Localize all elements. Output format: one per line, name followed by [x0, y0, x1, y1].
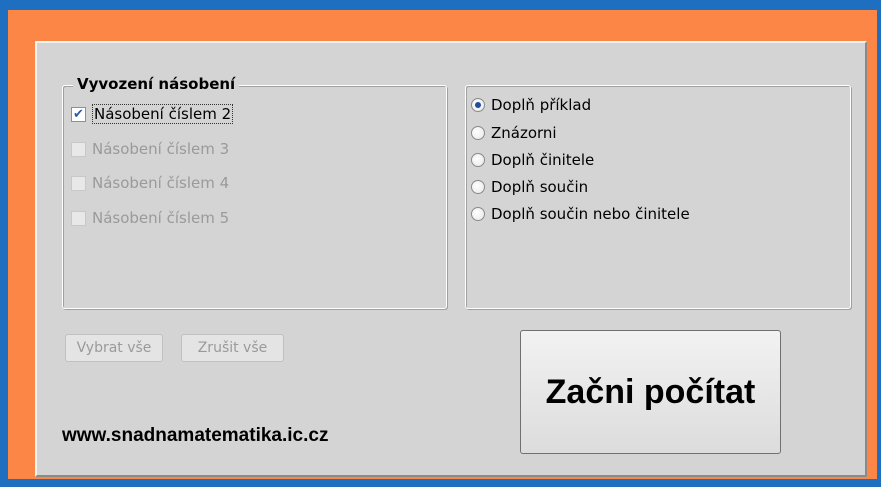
checkbox-label: Násobení číslem 3 — [92, 140, 230, 158]
main-panel: Vyvození násobení ✔ Násobení číslem 2 Ná… — [35, 41, 867, 477]
checkbox-checked-icon[interactable]: ✔ — [71, 106, 86, 122]
checkbox-label: Násobení číslem 4 — [92, 174, 230, 192]
radio-icon[interactable] — [471, 153, 485, 167]
radio-fill-product-or-factors[interactable]: Doplň součin nebo činitele — [471, 203, 690, 225]
radio-icon[interactable] — [471, 126, 485, 140]
radio-fill-factors[interactable]: Doplň činitele — [471, 149, 594, 171]
checkbox-icon[interactable] — [71, 141, 86, 157]
radio-selected-icon[interactable] — [471, 98, 485, 112]
radio-fill-product[interactable]: Doplň součin — [471, 176, 588, 198]
checkbox-times-5[interactable]: Násobení číslem 5 — [71, 207, 229, 229]
checkbox-icon[interactable] — [71, 210, 86, 226]
mode-group: Doplň příklad Znázorni Doplň činitele Do… — [465, 85, 851, 309]
radio-label: Doplň součin — [491, 178, 589, 196]
group-title: Vyvození násobení — [73, 75, 240, 93]
multiplication-group: Vyvození násobení ✔ Násobení číslem 2 Ná… — [62, 75, 447, 309]
clear-all-button[interactable]: Zrušit vše — [181, 334, 284, 362]
checkbox-times-3[interactable]: Násobení číslem 3 — [71, 138, 229, 160]
radio-illustrate[interactable]: Znázorni — [471, 122, 557, 144]
checkbox-times-2[interactable]: ✔ Násobení číslem 2 — [71, 103, 234, 125]
select-all-button[interactable]: Vybrat vše — [65, 334, 163, 362]
radio-label: Doplň součin nebo činitele — [491, 205, 690, 223]
website-text: www.snadnamatematika.ic.cz — [62, 425, 329, 446]
radio-icon[interactable] — [471, 180, 485, 194]
radio-fill-example[interactable]: Doplň příklad — [471, 94, 591, 116]
checkbox-times-4[interactable]: Násobení číslem 4 — [71, 172, 229, 194]
checkbox-label: Násobení číslem 5 — [92, 209, 230, 227]
window-frame: Vyvození násobení ✔ Násobení číslem 2 Ná… — [8, 10, 877, 479]
radio-label: Doplň činitele — [491, 151, 595, 169]
checkbox-icon[interactable] — [71, 175, 86, 191]
start-button[interactable]: Začni počítat — [520, 330, 781, 454]
radio-icon[interactable] — [471, 207, 485, 221]
checkbox-label: Násobení číslem 2 — [92, 104, 234, 124]
radio-label: Znázorni — [491, 124, 557, 142]
radio-label: Doplň příklad — [491, 96, 592, 114]
